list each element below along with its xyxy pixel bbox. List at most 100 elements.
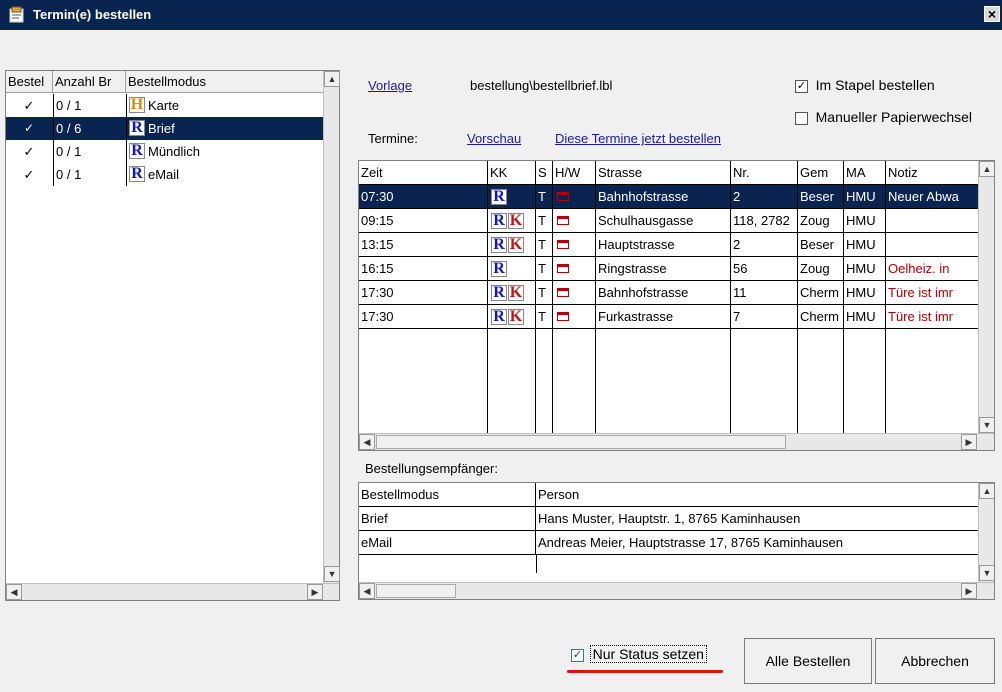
termine-table[interactable]: Zeit KK S H/W Strasse Nr. Gem MA Notiz 0… (358, 160, 995, 451)
nr-cell: 7 (731, 305, 798, 328)
column-header[interactable]: H/W (553, 161, 596, 184)
column-header[interactable]: Bestellmodus (359, 483, 536, 507)
status-checkbox[interactable]: ✓ (571, 649, 584, 663)
house-icon (557, 288, 569, 297)
stapel-checkbox[interactable]: ✓ (795, 80, 808, 94)
abbrechen-button[interactable]: Abbrechen (875, 638, 995, 684)
table-row[interactable]: 16:15 R T Ringstrasse 56 Zoug HMU Oelheiz. in (359, 257, 978, 281)
modus-label: Karte (148, 98, 180, 113)
column-header[interactable]: S (536, 161, 553, 184)
column-header[interactable]: Anzahl Br (53, 71, 126, 93)
check-icon[interactable]: ✓ (6, 94, 52, 117)
empfaenger-label: Bestellungsempfänger: (365, 461, 498, 476)
horizontal-scrollbar[interactable]: ◀ ▶ (6, 583, 339, 600)
nr-cell: 56 (731, 257, 798, 280)
anzahl-cell: 0 / 1 (56, 144, 82, 159)
vorlage-link[interactable]: Vorlage (368, 78, 412, 93)
check-icon[interactable]: ✓ (6, 140, 52, 163)
column-header[interactable]: Bestel (6, 71, 53, 93)
table-row[interactable]: 09:15 R K T Schulhausgasse 118, 2782 Zoug HMU (359, 209, 978, 233)
modus-badge-icon: H (129, 96, 145, 113)
column-header[interactable]: Notiz (886, 161, 978, 184)
papier-checkbox[interactable] (795, 112, 808, 126)
ma-cell: HMU (844, 209, 886, 232)
papier-option[interactable]: Manueller Papierwechsel (795, 109, 973, 126)
gem-cell: Zoug (798, 257, 844, 280)
column-divider (126, 140, 127, 163)
vertical-scrollbar[interactable]: ▲ ▼ (978, 483, 994, 582)
list-header: Bestel Anzahl Br Bestellmodus (6, 71, 339, 93)
scroll-left-icon[interactable]: ◀ (6, 584, 22, 600)
modus-label: Mündlich (148, 144, 201, 159)
list-item[interactable]: ✓ 0 / 1 ReMail (6, 163, 339, 186)
nr-cell: 2 (731, 185, 798, 208)
ma-cell: HMU (844, 281, 886, 304)
scroll-thumb[interactable] (376, 584, 456, 598)
table-row[interactable]: 07:30 R T Bahnhofstrasse 2 Beser HMU Neuer Abwa (359, 185, 978, 209)
scroll-up-icon[interactable]: ▲ (979, 483, 994, 499)
vertical-scrollbar[interactable]: ▲ ▼ (323, 71, 340, 583)
selected-checkbox-icon[interactable]: ✓ (6, 117, 52, 140)
alle-bestellen-button[interactable]: Alle Bestellen (744, 638, 872, 684)
list-item[interactable]: ✓ 0 / 6 R Brief (6, 117, 339, 140)
scroll-left-icon[interactable]: ◀ (359, 583, 375, 599)
scroll-down-icon[interactable]: ▼ (979, 565, 994, 581)
house-icon (557, 240, 569, 249)
stapel-option[interactable]: ✓ Im Stapel bestellen (795, 77, 935, 94)
column-header[interactable]: Person (536, 483, 978, 507)
scroll-down-icon[interactable]: ▼ (979, 417, 994, 433)
horizontal-scrollbar[interactable]: ◀ ▶ (359, 433, 994, 450)
scroll-right-icon[interactable]: ▶ (307, 584, 323, 600)
bestellmodus-list[interactable]: Bestel Anzahl Br Bestellmodus ✓ 0 / 1 H Kar… (5, 70, 340, 601)
s-cell: T (536, 185, 553, 208)
strasse-cell: Bahnhofstrasse (596, 185, 731, 208)
r-badge-icon: R (491, 237, 507, 253)
table-row[interactable]: Brief Hans Muster, Hauptstr. 1, 8765 Kami… (359, 507, 978, 531)
table-row[interactable]: eMail Andreas Meier, Hauptstrasse 17, 876… (359, 531, 978, 555)
papier-label: Manueller Papierwechsel (815, 109, 973, 125)
close-icon[interactable]: × (984, 6, 1000, 22)
hw-cell (553, 209, 596, 232)
table-row[interactable]: 17:30 R K T Furkastrasse 7 Cherm HMU Türe ist im… (359, 305, 978, 329)
scroll-thumb[interactable] (376, 435, 786, 449)
title-bar: Termin(e) bestellen × (0, 0, 1002, 30)
table-row[interactable]: 17:30 R K T Bahnhofstrasse 11 Cherm HMU Türe ist… (359, 281, 978, 305)
vorschau-link[interactable]: Vorschau (467, 131, 521, 146)
vertical-scrollbar[interactable]: ▲ ▼ (978, 161, 994, 434)
zeit-cell: 13:15 (359, 233, 488, 256)
scroll-left-icon[interactable]: ◀ (359, 434, 375, 450)
horizontal-scrollbar[interactable]: ◀ ▶ (359, 582, 994, 599)
scroll-right-icon[interactable]: ▶ (961, 583, 977, 599)
scroll-up-icon[interactable]: ▲ (324, 71, 340, 87)
s-cell: T (536, 257, 553, 280)
empfaenger-table[interactable]: Bestellmodus Person Brief Hans Muster, Ha… (358, 482, 995, 600)
scroll-down-icon[interactable]: ▼ (324, 566, 340, 582)
column-header[interactable]: KK (488, 161, 536, 184)
column-header[interactable]: Zeit (359, 161, 488, 184)
column-header[interactable]: Gem (798, 161, 844, 184)
house-icon (557, 312, 569, 321)
stapel-label: Im Stapel bestellen (815, 77, 935, 93)
strasse-cell: Hauptstrasse (596, 233, 731, 256)
column-header[interactable]: MA (844, 161, 886, 184)
list-item[interactable]: ✓ 0 / 1 R Mündlich (6, 140, 339, 163)
column-header[interactable]: Bestellmodus (126, 71, 339, 93)
table-row[interactable]: 13:15 R K T Hauptstrasse 2 Beser HMU (359, 233, 978, 257)
table-header: Zeit KK S H/W Strasse Nr. Gem MA Notiz (359, 161, 978, 185)
status-option[interactable]: ✓ Nur Status setzen (571, 645, 707, 663)
column-divider (843, 329, 844, 433)
order-now-link[interactable]: Diese Termine jetzt bestellen (555, 131, 721, 146)
list-item[interactable]: ✓ 0 / 1 H Karte (6, 94, 339, 117)
hw-cell (553, 257, 596, 280)
zeit-cell: 17:30 (359, 281, 488, 304)
termine-label: Termine: (368, 131, 418, 146)
column-header[interactable]: Nr. (731, 161, 798, 184)
check-icon[interactable]: ✓ (6, 163, 52, 186)
column-divider (53, 94, 54, 117)
k-badge-icon: K (508, 284, 524, 301)
column-divider (730, 329, 731, 433)
scroll-up-icon[interactable]: ▲ (979, 161, 994, 177)
scroll-right-icon[interactable]: ▶ (961, 434, 977, 450)
column-divider (595, 329, 596, 433)
column-header[interactable]: Strasse (596, 161, 731, 184)
